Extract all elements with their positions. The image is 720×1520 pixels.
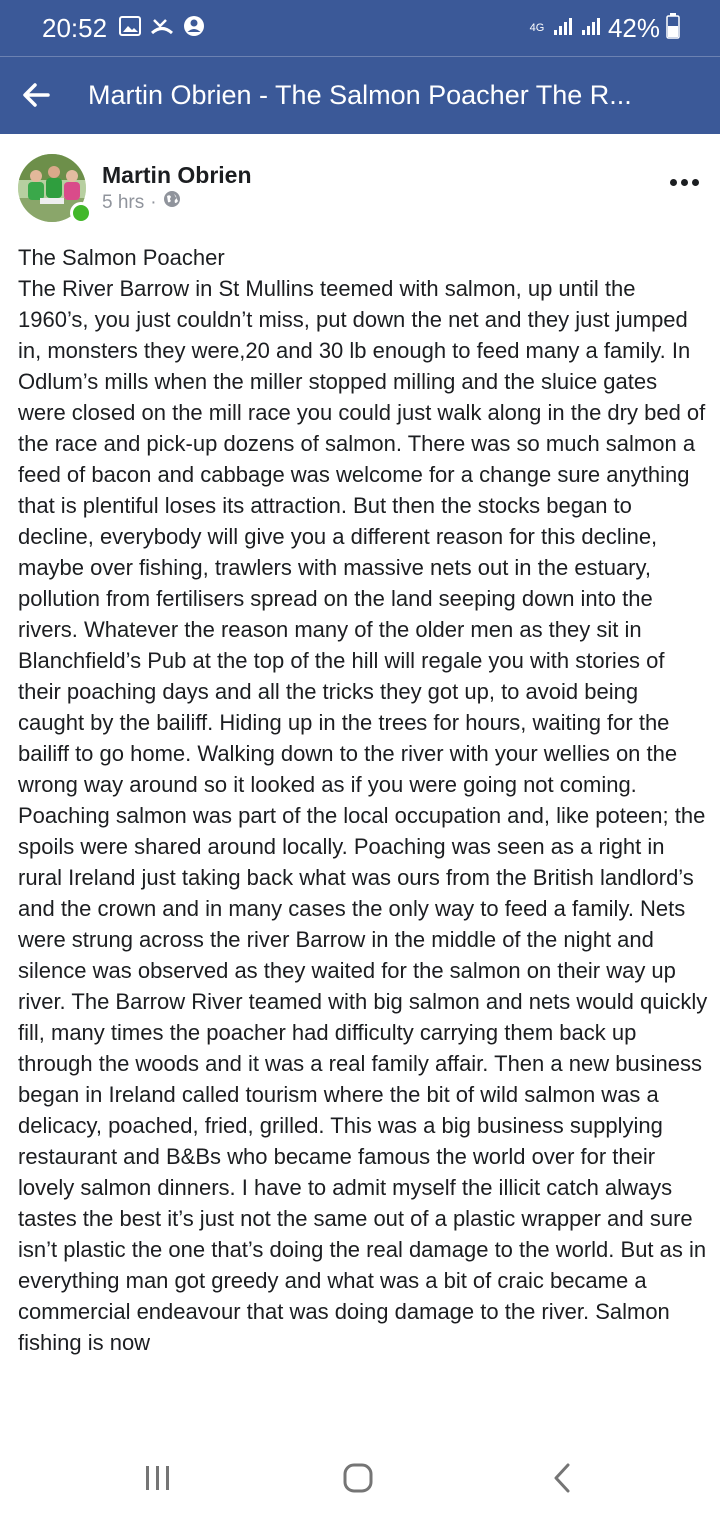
battery-icon <box>666 12 680 44</box>
image-icon <box>118 14 142 38</box>
more-dot-icon <box>669 178 677 186</box>
missed-call-icon <box>150 14 174 38</box>
network-type: 4G <box>529 21 545 34</box>
recent-apps-icon <box>146 1466 169 1490</box>
system-back-button[interactable] <box>542 1462 582 1494</box>
post-time[interactable]: 5 hrs <box>102 191 144 215</box>
status-right: 4G 42% <box>528 12 680 44</box>
signal-icon-2 <box>580 15 602 42</box>
page-title: Martin Obrien - The Salmon Poacher The R… <box>88 80 632 110</box>
home-icon <box>343 1463 373 1493</box>
recent-apps-button[interactable] <box>138 1462 178 1494</box>
status-bar: 20:52 4G 42% <box>0 0 720 56</box>
signal-icon <box>552 15 574 42</box>
app-header: Martin Obrien - The Salmon Poacher The R… <box>0 56 720 134</box>
back-chevron-icon <box>554 1463 570 1493</box>
online-status-indicator <box>70 202 92 224</box>
battery-percent: 42% <box>607 13 660 43</box>
more-dot-icon <box>691 178 699 186</box>
post-body-text: The Salmon Poacher The River Barrow in S… <box>18 245 708 1355</box>
notification-icons <box>118 14 206 38</box>
home-button[interactable] <box>338 1462 378 1494</box>
status-time: 20:52 <box>42 13 108 43</box>
meta-separator: · <box>150 191 157 213</box>
account-icon <box>182 14 206 38</box>
globe-icon <box>163 190 181 215</box>
more-options-button[interactable] <box>664 168 704 196</box>
system-nav-bar <box>0 1436 720 1520</box>
back-button[interactable] <box>18 77 54 113</box>
post-author[interactable]: Martin Obrien <box>102 160 252 190</box>
back-arrow-icon <box>23 83 50 107</box>
post-meta: 5 hrs · <box>102 190 181 215</box>
more-dot-icon <box>680 178 688 186</box>
